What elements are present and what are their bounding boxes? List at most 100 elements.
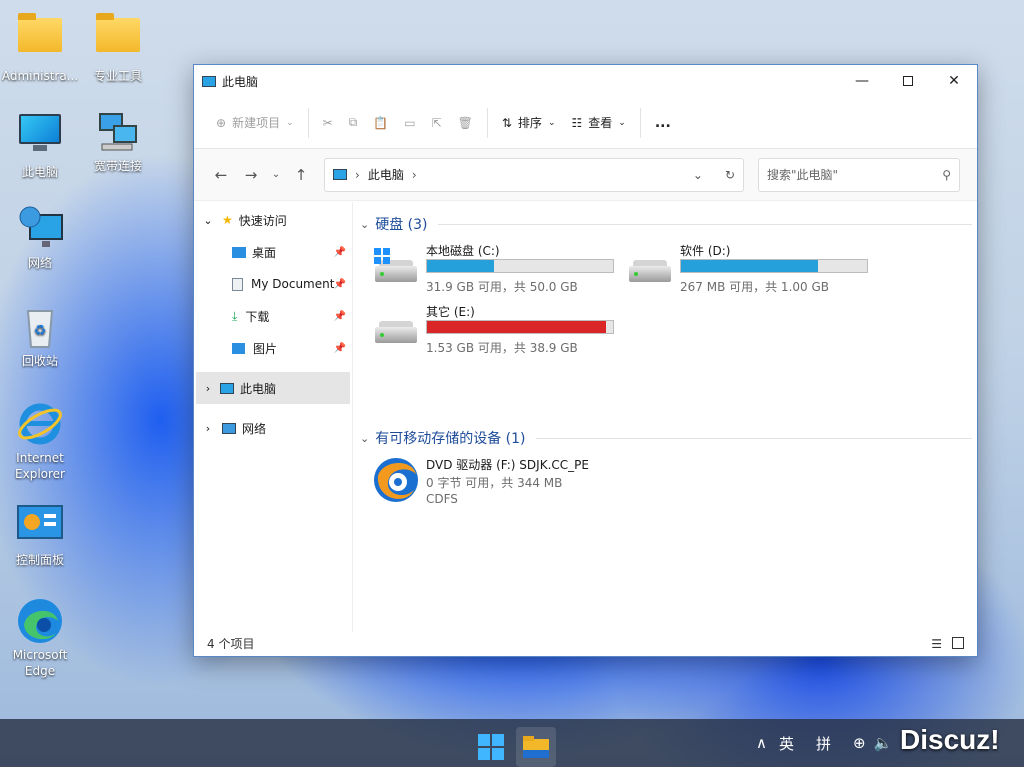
nav-quick-access[interactable]: ⌄ ★ 快速访问 — [194, 204, 352, 236]
search-box[interactable]: 搜索"此电脑" ⚲ — [758, 157, 960, 192]
breadcrumb-this-pc[interactable]: 此电脑 — [368, 166, 404, 183]
nav-item-my-document[interactable]: My Document 📌 — [194, 268, 352, 300]
arrow-up-icon: ↑ — [294, 165, 308, 184]
sort-button[interactable]: ⇅ 排序 ⌄ — [494, 106, 564, 140]
drive-usage-fill — [427, 321, 606, 333]
delete-button[interactable]: 🗑 — [450, 106, 481, 140]
network-connection-icon — [94, 108, 142, 156]
nav-item-pictures[interactable]: 图片 📌 — [194, 332, 352, 364]
star-icon: ★ — [222, 213, 233, 227]
search-input[interactable]: 搜索"此电脑" — [767, 166, 838, 183]
drive-name: DVD 驱动器 (F:) SDJK.CC_PE — [426, 458, 589, 472]
up-button[interactable]: ↑ — [286, 160, 316, 190]
pin-icon: 📌 — [333, 246, 346, 258]
drive-name: 其它 (E:) — [426, 305, 475, 319]
drive-filesystem: CDFS — [426, 492, 458, 506]
control-panel-icon — [16, 502, 64, 550]
download-icon: ⤓ — [232, 308, 238, 323]
more-options-button[interactable]: ... — [647, 106, 679, 140]
breadcrumb-separator-icon: › — [411, 167, 417, 182]
group-header-removable[interactable]: ⌄ 有可移动存储的设备 (1) — [354, 426, 972, 450]
desktop-icon-edge[interactable]: Microsoft Edge — [1, 597, 79, 679]
desktop-icon-internet-explorer[interactable]: Internet Explorer — [1, 400, 79, 482]
drive-c[interactable]: 本地磁盘 (C:) 31.9 GB 可用，共 50.0 GB — [374, 242, 624, 300]
watermark-logo: Discuz! — [900, 724, 1000, 755]
paste-icon: 📋 — [373, 115, 389, 130]
paste-button[interactable]: 📋 — [365, 106, 396, 140]
copy-icon: ⧉ — [348, 115, 358, 129]
pin-icon: 📌 — [333, 278, 346, 290]
desktop-icon-tools[interactable]: 专业工具 — [79, 10, 157, 84]
chevron-down-icon: ⌄ — [360, 217, 370, 231]
chevron-right-icon: › — [205, 381, 211, 395]
desktop-icon-control-panel[interactable]: 控制面板 — [1, 502, 79, 568]
title-bar[interactable]: 此电脑 — ✕ — [194, 65, 977, 97]
drive-usage-bar — [426, 320, 614, 334]
group-divider — [437, 223, 972, 225]
taskbar-file-explorer[interactable] — [516, 727, 556, 767]
hard-drive-icon — [628, 250, 672, 290]
search-icon: ⚲ — [942, 167, 951, 182]
address-bar[interactable]: › 此电脑 › ⌄ ↻ — [324, 157, 744, 192]
new-item-button[interactable]: ⊕ 新建项目 ⌄ — [208, 106, 302, 140]
system-tray: ∧ 英 拼 ⊕ 🔈 — [756, 719, 892, 767]
start-button[interactable] — [471, 727, 511, 767]
close-button[interactable]: ✕ — [931, 65, 977, 97]
maximize-button[interactable] — [885, 65, 931, 97]
computer-icon — [220, 382, 234, 394]
desktop-icon-network[interactable]: 网络 — [1, 205, 79, 271]
drive-usage-fill — [681, 260, 819, 272]
desktop-icon-recycle-bin[interactable]: ♻ 回收站 — [1, 303, 79, 369]
details-view-icon[interactable]: ☰ — [931, 637, 942, 651]
group-header-drives[interactable]: ⌄ 硬盘 (3) — [354, 212, 972, 236]
minimize-button[interactable]: — — [839, 65, 885, 97]
volume-icon[interactable]: 🔈 — [874, 734, 893, 752]
rename-button[interactable]: ▭ — [396, 106, 423, 140]
cut-button[interactable]: ✂ — [315, 106, 341, 140]
forward-button[interactable]: → — [236, 160, 266, 190]
drive-space-info: 267 MB 可用，共 1.00 GB — [680, 280, 829, 294]
network-icon — [222, 422, 236, 434]
dvd-drive-icon — [372, 454, 420, 504]
back-button[interactable]: ← — [206, 160, 236, 190]
pin-icon: 📌 — [333, 342, 346, 354]
share-button[interactable]: ⇱ — [424, 106, 450, 140]
drive-e[interactable]: 其它 (E:) 1.53 GB 可用，共 38.9 GB — [374, 303, 624, 361]
nav-item-downloads[interactable]: ⤓ 下载 📌 — [194, 300, 352, 332]
share-icon: ⇱ — [431, 115, 442, 130]
desktop-icon-broadband[interactable]: 宽带连接 — [79, 108, 157, 174]
chevron-down-icon: ⌄ — [547, 117, 556, 128]
ime-indicator[interactable]: 拼 — [816, 733, 831, 754]
view-button[interactable]: ☷ 查看 ⌄ — [563, 106, 633, 140]
breadcrumb-separator-icon: › — [355, 167, 360, 182]
show-hidden-icons-button[interactable]: ∧ — [756, 734, 767, 752]
drive-f-dvd[interactable]: DVD 驱动器 (F:) SDJK.CC_PE 0 字节 可用，共 344 MB… — [372, 454, 672, 512]
network-globe-icon — [16, 205, 64, 253]
computer-icon — [19, 114, 61, 151]
computer-icon — [202, 75, 216, 87]
recent-locations-button[interactable]: ⌄ — [266, 160, 286, 190]
nav-this-pc[interactable]: › 此电脑 — [196, 372, 350, 404]
drive-name: 软件 (D:) — [680, 244, 731, 258]
desktop-icon-administrator[interactable]: Administra... — [1, 10, 79, 84]
network-status-icon[interactable]: ⊕ — [853, 734, 866, 752]
large-icons-view-icon[interactable] — [952, 636, 964, 649]
item-count: 4 个项目 — [207, 637, 255, 651]
drive-name: 本地磁盘 (C:) — [426, 244, 500, 258]
copy-button[interactable]: ⧉ — [341, 106, 366, 140]
chevron-down-icon: ⌄ — [203, 213, 213, 227]
chevron-down-icon: ⌄ — [360, 431, 370, 445]
desktop-icon-this-pc[interactable]: 此电脑 — [1, 108, 79, 180]
sort-arrows-icon: ⇅ — [501, 115, 512, 130]
group-divider — [535, 437, 972, 439]
nav-item-desktop[interactable]: 桌面 📌 — [194, 236, 352, 268]
language-indicator[interactable]: 英 — [779, 733, 794, 754]
view-list-icon: ☷ — [571, 115, 583, 130]
content-area: ⌄ 硬盘 (3) 本地磁盘 (C:) 31.9 GB 可用，共 50.0 GB … — [354, 202, 977, 632]
address-history-icon[interactable]: ⌄ — [693, 168, 703, 182]
refresh-icon[interactable]: ↻ — [725, 168, 735, 182]
drive-d[interactable]: 软件 (D:) 267 MB 可用，共 1.00 GB — [628, 242, 878, 300]
nav-network[interactable]: › 网络 — [194, 412, 352, 444]
trash-icon: 🗑 — [457, 115, 473, 130]
more-icon: ... — [654, 114, 671, 131]
